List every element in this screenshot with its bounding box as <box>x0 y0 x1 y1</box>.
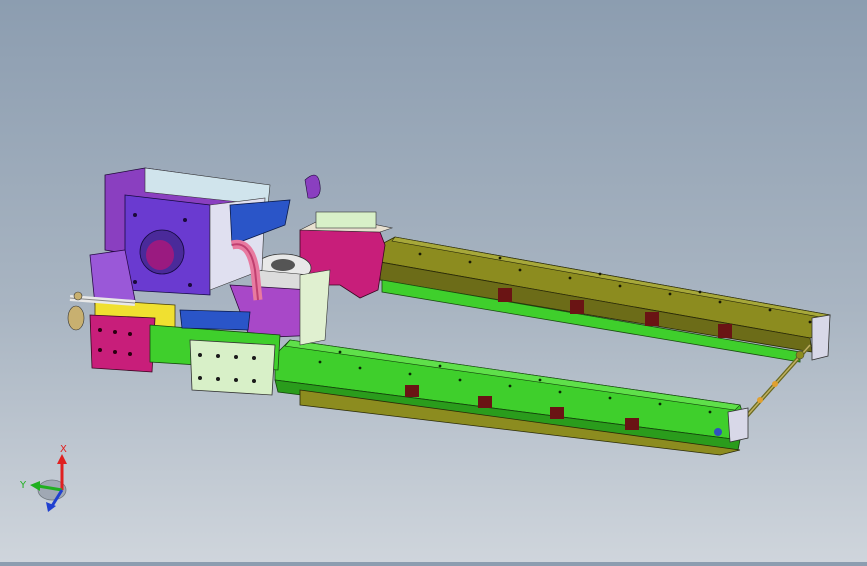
view-orientation-triad: X Y <box>10 440 90 520</box>
back-arm[interactable] <box>379 236 831 363</box>
3d-model-viewport[interactable]: X Y <box>0 0 867 562</box>
gripper-assembly-model[interactable] <box>0 0 867 562</box>
axis-x-label: X <box>60 444 67 455</box>
front-arm[interactable] <box>274 339 749 456</box>
axis-y-label: Y <box>19 480 27 491</box>
axis-x-arrow-head <box>57 454 67 464</box>
axis-y-arrow-head <box>30 481 40 491</box>
